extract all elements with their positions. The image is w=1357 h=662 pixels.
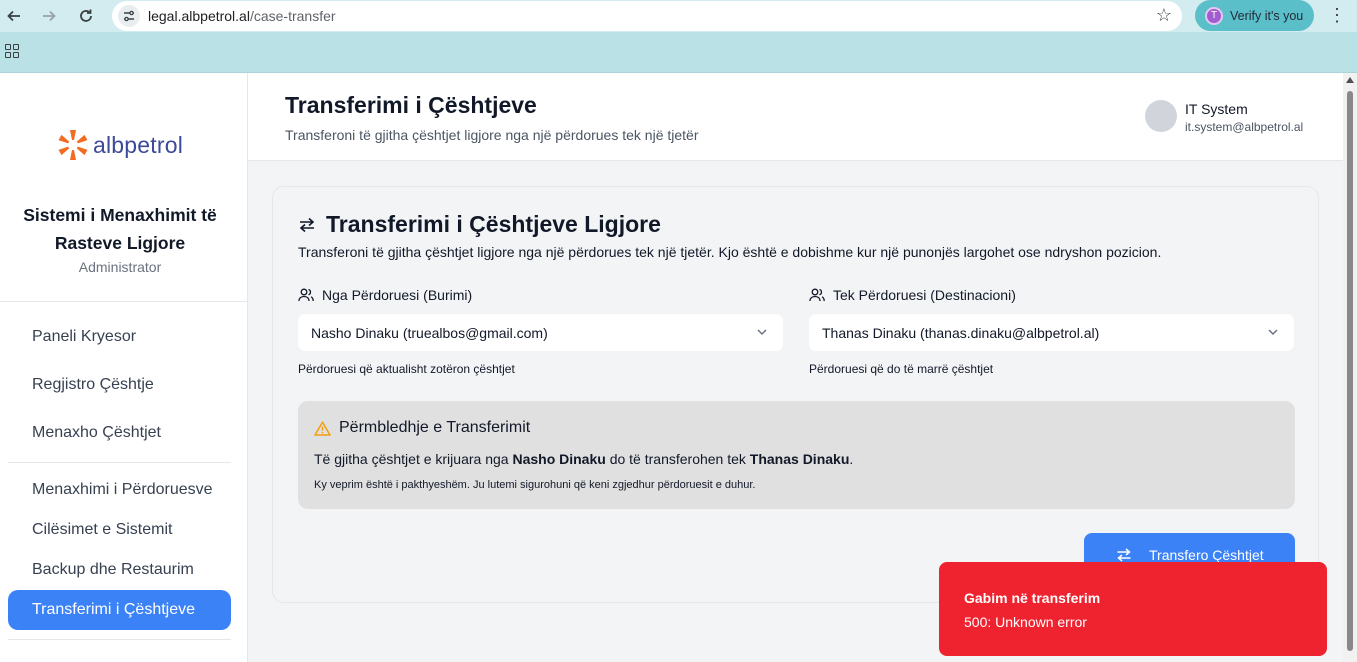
sidebar-item-register-case[interactable]: Regjistro Çështje	[8, 365, 231, 405]
transfer-button-label: Transfero Çështjet	[1149, 547, 1264, 563]
page-subtitle: Transferoni të gjitha çështjet ligjore n…	[285, 127, 699, 143]
transfer-summary: Përmbledhje e Transferimit Të gjitha çës…	[298, 401, 1295, 509]
albpetrol-logo[interactable]: albpetrol	[56, 128, 183, 162]
card-header: Transferimi i Çështjeve Ligjore	[298, 211, 661, 238]
logo-text: albpetrol	[93, 131, 184, 158]
sidebar-item-dashboard[interactable]: Paneli Kryesor	[8, 317, 231, 357]
apps-grid-icon[interactable]	[5, 44, 19, 58]
albpetrol-logo-icon	[58, 130, 88, 160]
to-user-value: Thanas Dinaku (thanas.dinaku@albpetrol.a…	[822, 324, 1100, 341]
system-title: Sistemi i Menaxhimit të Rasteve Ligjore	[23, 205, 217, 253]
browser-toolbar: legal.albpetrol.al/case-transfer ☆ T Ver…	[0, 0, 1357, 32]
sidebar: albpetrol Sistemi i Menaxhimit të Rastev…	[0, 73, 248, 662]
profile-avatar: T	[1205, 6, 1223, 25]
sidebar-separator	[8, 462, 231, 463]
transfer-arrows-icon	[299, 217, 315, 232]
address-bar[interactable]: legal.albpetrol.al/case-transfer ☆	[112, 1, 1182, 31]
avatar[interactable]	[1145, 100, 1177, 132]
error-toast[interactable]: Gabim në transferim 500: Unknown error	[939, 562, 1327, 656]
sidebar-divider	[0, 301, 247, 302]
sidebar-item-user-management[interactable]: Menaxhimi i Përdoruesve	[8, 470, 231, 510]
summary-title: Përmbledhje e Transferimit	[339, 419, 531, 436]
verify-label: Verify it's you	[1230, 8, 1304, 23]
verify-profile-button[interactable]: T Verify it's you	[1195, 0, 1314, 31]
from-user-label: Nga Përdoruesi (Burimi)	[298, 287, 472, 303]
transfer-arrows-icon	[1117, 548, 1131, 562]
transfer-card: Transferimi i Çështjeve Ligjore Transfer…	[272, 186, 1319, 603]
chevron-down-icon	[1268, 329, 1278, 336]
sidebar-item-system-settings[interactable]: Cilësimet e Sistemit	[8, 510, 231, 550]
browser-menu-icon[interactable]: ⋮	[1328, 5, 1346, 26]
summary-to-name: Thanas Dinaku	[749, 451, 850, 467]
summary-suffix: .	[849, 451, 854, 467]
bookmarks-bar	[0, 32, 1357, 73]
url-host: legal.albpetrol.al	[148, 8, 250, 24]
card-description: Transferoni të gjitha çështjet ligjore n…	[298, 244, 1162, 260]
user-email: it.system@albpetrol.al	[1185, 120, 1304, 134]
summary-header: Përmbledhje e Transferimit	[314, 419, 530, 437]
sidebar-separator	[8, 639, 231, 640]
from-user-value: Nasho Dinaku (truealbos@gmail.com)	[311, 324, 548, 341]
sidebar-item-case-transfer[interactable]: Transferimi i Çështjeve	[8, 590, 231, 630]
url-text[interactable]: legal.albpetrol.al/case-transfer	[148, 8, 336, 24]
toast-title: Gabim në transferim	[964, 590, 1101, 606]
summary-warning-note: Ky veprim është i pakthyeshëm. Ju lutemi…	[314, 479, 756, 491]
warning-icon	[314, 420, 331, 436]
url-path: /case-transfer	[249, 8, 336, 24]
scroll-up-arrow-icon[interactable]	[1346, 77, 1354, 83]
from-user-select[interactable]: Nasho Dinaku (truealbos@gmail.com)	[298, 314, 783, 351]
bookmark-star-icon[interactable]: ☆	[1156, 5, 1172, 26]
card-title: Transferimi i Çështjeve Ligjore	[326, 211, 661, 237]
from-user-hint: Përdoruesi që aktualisht zotëron çështje…	[298, 362, 515, 376]
scrollbar-thumb[interactable]	[1347, 91, 1353, 651]
to-user-hint: Përdoruesi që do të marrë çështjet	[809, 362, 994, 376]
sidebar-item-manage-cases[interactable]: Menaxho Çështjet	[8, 413, 231, 453]
chevron-down-icon	[757, 329, 767, 336]
summary-text: Të gjitha çështjet e krijuara nga Nasho …	[314, 451, 853, 467]
user-role: Administrator	[78, 259, 162, 275]
site-settings-icon[interactable]	[118, 5, 140, 27]
summary-middle: do të transferohen tek	[609, 451, 746, 467]
back-icon[interactable]	[3, 5, 25, 27]
forward-icon[interactable]	[38, 5, 60, 27]
to-user-select[interactable]: Thanas Dinaku (thanas.dinaku@albpetrol.a…	[809, 314, 1294, 351]
summary-prefix: Të gjitha çështjet e krijuara nga	[314, 451, 509, 467]
reload-icon[interactable]	[75, 5, 97, 27]
to-user-label-text: Tek Përdoruesi (Destinacioni)	[833, 287, 1016, 303]
to-user-label: Tek Përdoruesi (Destinacioni)	[809, 287, 1016, 303]
page-title: Transferimi i Çështjeve	[285, 92, 537, 118]
sidebar-item-backup-restore[interactable]: Backup dhe Restaurim	[8, 550, 231, 590]
users-icon	[809, 288, 825, 302]
page-scrollbar[interactable]	[1343, 73, 1357, 662]
user-name: IT System	[1185, 101, 1248, 117]
page-header: Transferimi i Çështjeve Transferoni të g…	[248, 73, 1343, 161]
from-user-label-text: Nga Përdoruesi (Burimi)	[322, 287, 473, 303]
toast-message: 500: Unknown error	[964, 614, 1087, 630]
users-icon	[298, 288, 314, 302]
summary-from-name: Nasho Dinaku	[512, 451, 606, 467]
